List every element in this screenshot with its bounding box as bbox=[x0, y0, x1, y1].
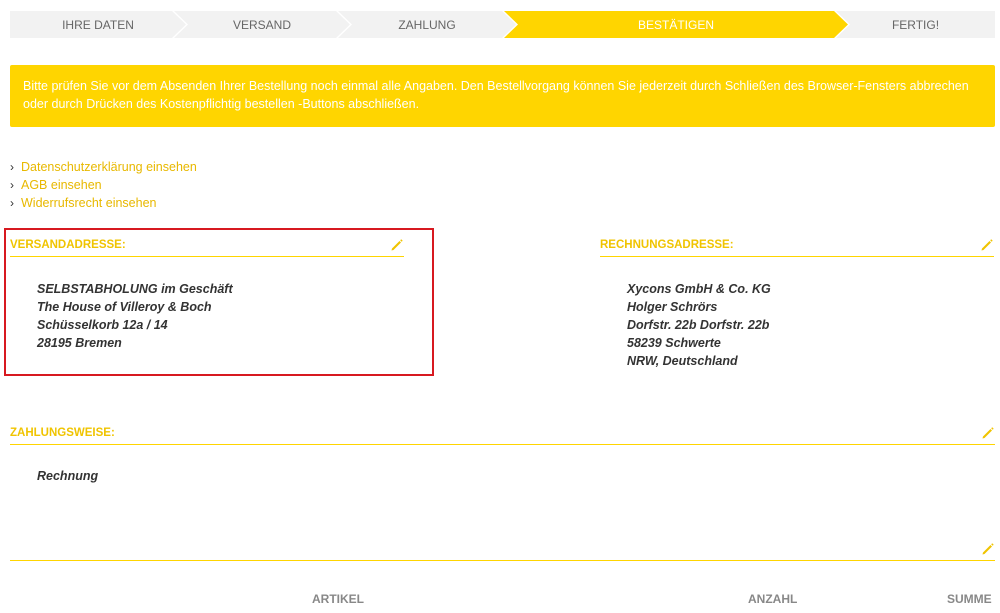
link-label[interactable]: Widerrufsrecht einsehen bbox=[21, 196, 156, 210]
address-line: Dorfstr. 22b Dorfstr. 22b bbox=[627, 318, 770, 332]
column-header-anzahl: ANZAHL bbox=[748, 592, 798, 606]
billing-address-header: RECHNUNGSADRESSE: bbox=[600, 233, 994, 257]
address-line: Holger Schrörs bbox=[627, 300, 718, 314]
address-line: Xycons GmbH & Co. KG bbox=[627, 282, 771, 296]
step-ihre-daten[interactable]: IHRE DATEN bbox=[10, 11, 186, 38]
chevron-right-icon: › bbox=[10, 160, 14, 174]
payment-method-header: ZAHLUNGSWEISE: bbox=[10, 421, 995, 445]
step-fertig: FERTIG! bbox=[836, 11, 995, 38]
address-line: 58239 Schwerte bbox=[627, 336, 721, 350]
banner-text-line-1: Bitte prüfen Sie vor dem Absenden Ihrer … bbox=[23, 79, 969, 93]
info-banner: Bitte prüfen Sie vor dem Absenden Ihrer … bbox=[10, 65, 995, 127]
address-line: NRW, Deutschland bbox=[627, 354, 738, 368]
highlight-box bbox=[4, 228, 434, 376]
step-zahlung[interactable]: ZAHLUNG bbox=[338, 11, 516, 38]
step-label: BESTÄTIGEN bbox=[637, 17, 714, 32]
edit-pencil-icon[interactable] bbox=[980, 238, 994, 252]
chevron-right-icon: › bbox=[10, 178, 14, 192]
payment-method-value: Rechnung bbox=[37, 469, 99, 483]
step-label: IHRE DATEN bbox=[62, 17, 134, 32]
payment-method-title: ZAHLUNGSWEISE: bbox=[10, 426, 115, 439]
banner-text-line-2: oder durch Drücken des Kostenpflichtig b… bbox=[23, 97, 420, 111]
column-header-artikel: ARTIKEL bbox=[312, 592, 364, 606]
cart-header bbox=[10, 537, 995, 561]
link-agb[interactable]: › AGB einsehen bbox=[10, 176, 197, 194]
chevron-right-icon: › bbox=[10, 196, 14, 210]
step-versand[interactable]: VERSAND bbox=[174, 11, 350, 38]
column-header-summe: SUMME bbox=[947, 592, 992, 606]
step-bestaetigen: BESTÄTIGEN bbox=[504, 11, 848, 38]
step-label: VERSAND bbox=[232, 17, 291, 32]
link-datenschutz[interactable]: › Datenschutzerklärung einsehen bbox=[10, 158, 197, 176]
link-widerrufsrecht[interactable]: › Widerrufsrecht einsehen bbox=[10, 194, 197, 212]
edit-pencil-icon[interactable] bbox=[981, 426, 995, 440]
legal-links: › Datenschutzerklärung einsehen › AGB ei… bbox=[10, 158, 197, 212]
edit-pencil-icon[interactable] bbox=[981, 542, 995, 556]
link-label[interactable]: Datenschutzerklärung einsehen bbox=[21, 160, 197, 174]
step-label: FERTIG! bbox=[891, 17, 940, 32]
step-label: ZAHLUNG bbox=[398, 17, 456, 32]
billing-address-title: RECHNUNGSADRESSE: bbox=[600, 238, 734, 251]
checkout-stepper: IHRE DATEN VERSAND ZAHLUNG BESTÄTIGEN FE… bbox=[10, 11, 995, 38]
link-label[interactable]: AGB einsehen bbox=[21, 178, 102, 192]
billing-address-block: Xycons GmbH & Co. KG Holger Schrörs Dorf… bbox=[627, 280, 771, 370]
